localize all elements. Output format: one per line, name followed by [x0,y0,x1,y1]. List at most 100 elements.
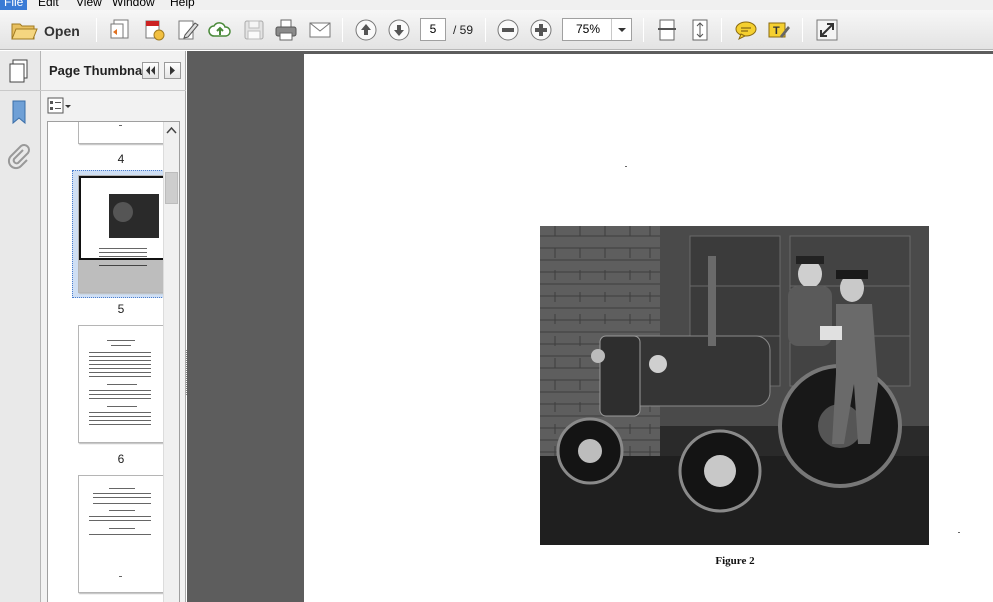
expand-panel-button[interactable] [164,62,181,79]
open-button[interactable] [10,18,40,42]
zoom-in-button[interactable] [529,18,553,42]
thumbnail-label: 4 [117,152,125,166]
thumbnail-text-line [89,360,151,361]
expand-button[interactable] [815,18,839,42]
tractor-photo [540,226,929,545]
zoom-dropdown-button[interactable] [611,19,631,40]
page-number-input[interactable]: 5 [420,18,446,41]
collapse-panel-button[interactable] [142,62,159,79]
menu-edit[interactable]: Edit [34,0,63,10]
double-chevron-left-icon [146,66,155,75]
highlight-text-button[interactable]: T [767,18,791,42]
page-thumbnails-icon [9,59,28,83]
zoom-out-button[interactable] [496,18,520,42]
thumbnail-text-line [93,497,151,498]
thumbnail-scrollbar[interactable] [163,122,179,602]
expand-icon [816,19,838,41]
thumbnail-text-line [89,368,151,369]
thumbnail-text-line [89,390,151,391]
panel-splitter[interactable] [186,350,187,395]
thumbnail-page-7[interactable] [78,475,164,593]
save-icon [244,20,264,40]
scroll-up-icon[interactable] [166,126,177,134]
thumbnails-panel: Page Thumbna... 4 5 6 [41,51,186,602]
cloud-upload-icon [208,22,231,37]
attachments-tab[interactable] [7,143,31,171]
thumbnail-text-line [89,356,151,357]
thumbnail-photo-detail [113,202,133,222]
page-speck [625,166,627,167]
thumbnail-text-line [93,503,151,504]
toolbar-separator [342,18,343,42]
toolbar-separator [96,18,97,42]
thumbnail-page-4[interactable] [78,122,164,144]
menu-bar: File Edit View Window Help [0,0,993,10]
zoom-out-icon [497,19,519,41]
thumbnail-text-line [89,412,151,413]
print-button[interactable] [274,18,298,42]
email-icon [309,22,331,38]
thumbnail-text-line [89,520,151,521]
email-button[interactable] [308,18,332,42]
thumbnail-text-line [89,424,151,425]
previous-page-icon [355,19,377,41]
thumbnail-text-line [99,248,147,249]
thumbnail-text-line [107,406,137,407]
menu-view[interactable]: View [72,0,106,10]
thumbnail-page-6[interactable] [78,325,164,443]
cloud-upload-button[interactable] [208,18,232,42]
bookmarks-tab[interactable] [7,99,31,127]
highlight-text-icon: T [768,22,790,38]
comment-button[interactable] [734,18,758,42]
zoom-value[interactable]: 75% [563,19,613,40]
menu-file[interactable]: File [0,0,28,10]
thumbnail-page-5[interactable] [78,175,164,293]
scroll-mode-button[interactable] [655,18,679,42]
thumbnail-text-line [89,420,151,421]
thumbnail-text-line [107,340,135,341]
create-pdf-icon [110,19,129,39]
paperclip-icon [7,144,30,170]
zoom-select[interactable]: 75% [562,18,632,41]
thumbnail-text-line [89,372,151,373]
thumbnail-list[interactable]: 4 5 6 [47,121,180,602]
thumbnail-mark [119,576,122,577]
thumbnail-text-line [109,528,135,529]
chevron-down-icon [618,28,626,32]
options-menu-icon [47,97,71,114]
thumbnail-text-line [89,416,151,417]
edit-icon [178,20,199,40]
previous-page-button[interactable] [354,18,378,42]
menu-window[interactable]: Window [108,0,159,10]
thumbnail-options-button[interactable] [47,97,73,115]
edit-button[interactable] [176,18,200,42]
menu-help[interactable]: Help [166,0,199,10]
save-button[interactable] [242,18,266,42]
open-button-label[interactable]: Open [44,23,80,39]
thumbnail-text-line [109,488,135,489]
scrollbar-thumb[interactable] [165,172,178,204]
convert-button[interactable] [142,18,166,42]
thumbnail-text-line [99,252,147,253]
toolbar-separator [721,18,722,42]
thumbnail-text-line [109,510,135,511]
fit-page-icon [692,19,708,41]
toolbar: Open 5 / 59 75% T [0,10,993,50]
toolbar-separator [485,18,486,42]
create-pdf-button[interactable] [108,18,132,42]
scroll-mode-icon [658,19,676,41]
page-speck [958,532,960,533]
open-folder-icon [11,23,38,40]
figure-caption: Figure 2 [715,555,755,567]
thumbnail-text-line [89,376,151,377]
thumbnail-text-line [111,345,131,346]
svg-text:T: T [773,25,780,37]
thumbnail-text-line [99,265,147,266]
thumbnail-text-line [89,364,151,365]
toolbar-separator [643,18,644,42]
next-page-button[interactable] [387,18,411,42]
fit-page-button[interactable] [688,18,712,42]
toolbar-separator [802,18,803,42]
page-thumbnails-tab[interactable] [0,51,41,91]
thumbnail-text-line [89,534,151,535]
